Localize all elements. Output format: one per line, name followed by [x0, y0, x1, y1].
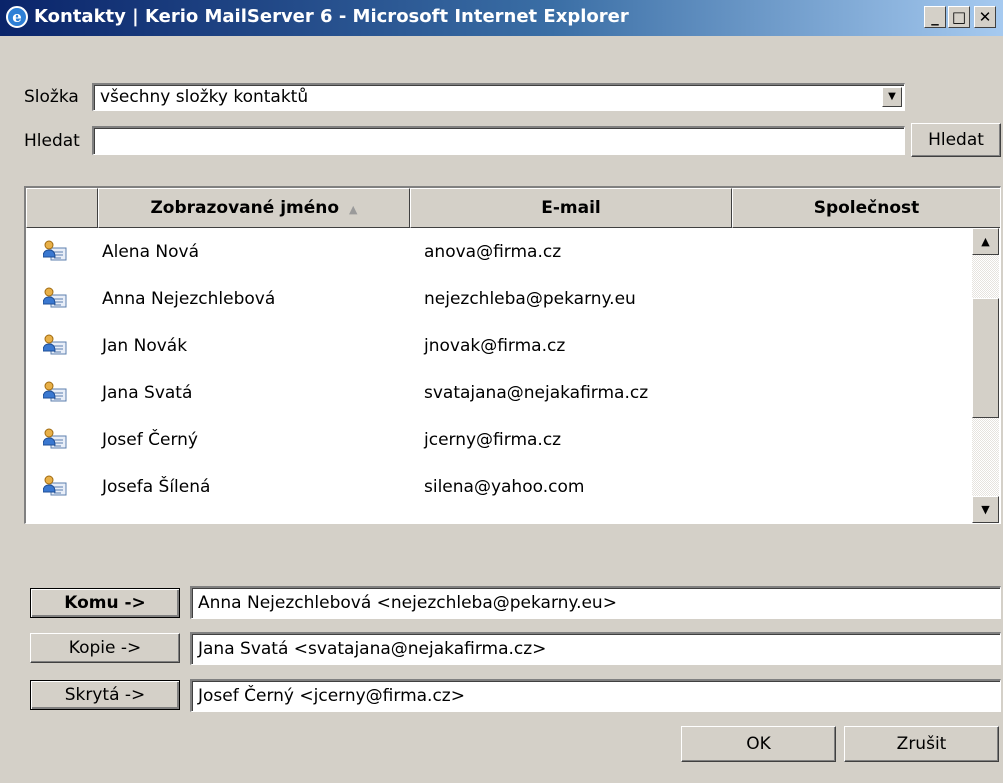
cc-button[interactable]: Kopie ->	[30, 633, 180, 663]
contact-card-icon	[42, 334, 67, 356]
header-company-label: Společnost	[813, 198, 920, 218]
header-email-label: E-mail	[541, 198, 601, 218]
bcc-button[interactable]: Skrytá ->	[30, 680, 180, 710]
ok-button[interactable]: OK	[681, 726, 836, 762]
window-title: Kontakty | Kerio MailServer 6 - Microsof…	[34, 6, 629, 27]
to-field-value: Anna Nejezchlebová <nejezchleba@pekarny.…	[198, 593, 617, 613]
table-row[interactable]: Jana Svatá svatajana@nejakafirma.cz	[26, 369, 974, 416]
scroll-up-button[interactable]: ▲	[972, 228, 999, 255]
contact-name: Anna Nejezchlebová	[102, 289, 276, 309]
table-row[interactable]: Anna Nejezchlebová nejezchleba@pekarny.eu	[26, 275, 974, 322]
bcc-field-value: Josef Černý <jcerny@firma.cz>	[198, 686, 465, 706]
cc-field[interactable]: Jana Svatá <svatajana@nejakafirma.cz>	[190, 632, 1001, 665]
header-display-name-label: Zobrazované jméno	[150, 198, 340, 218]
ie-icon[interactable]: e	[6, 6, 28, 28]
contact-name: Alena Nová	[102, 242, 200, 262]
contact-email: silena@yahoo.com	[424, 477, 585, 497]
maximize-button[interactable]: □	[948, 6, 970, 28]
contact-card-icon	[42, 381, 67, 403]
table-row[interactable]: Josefa Šílená silena@yahoo.com	[26, 463, 974, 510]
table-header: Zobrazované jméno ▲ E-mail Společnost	[26, 188, 1000, 228]
search-input[interactable]	[92, 126, 905, 155]
contact-email: jnovak@firma.cz	[424, 336, 566, 356]
contact-card-icon	[42, 475, 67, 497]
contact-name: Josef Černý	[102, 430, 198, 450]
table-row[interactable]: Jan Novák jnovak@firma.cz	[26, 322, 974, 369]
folder-select[interactable]: všechny složky kontaktů ▼	[92, 83, 905, 111]
contact-card-icon	[42, 287, 67, 309]
contact-name: Jan Novák	[102, 336, 188, 356]
contact-email: svatajana@nejakafirma.cz	[424, 383, 649, 403]
title-bar: e Kontakty | Kerio MailServer 6 - Micros…	[0, 0, 1003, 36]
chevron-down-icon[interactable]: ▼	[882, 87, 902, 107]
contact-card-icon	[42, 240, 67, 262]
minimize-button[interactable]: _	[924, 6, 946, 28]
vertical-scrollbar[interactable]: ▲ ▼	[972, 228, 999, 523]
to-button[interactable]: Komu ->	[30, 588, 180, 618]
header-email[interactable]: E-mail	[410, 188, 732, 228]
search-label: Hledat	[24, 131, 80, 151]
scroll-down-button[interactable]: ▼	[972, 496, 999, 523]
header-company[interactable]: Společnost	[732, 188, 1000, 228]
table-row[interactable]: Alena Nová anova@firma.cz	[26, 228, 974, 275]
contact-name: Josefa Šílená	[102, 477, 211, 497]
close-button[interactable]: ✕	[974, 6, 996, 28]
to-field[interactable]: Anna Nejezchlebová <nejezchleba@pekarny.…	[190, 586, 1001, 619]
folder-label: Složka	[24, 87, 79, 107]
contact-name: Jana Svatá	[102, 383, 193, 403]
scroll-thumb[interactable]	[972, 298, 999, 418]
search-button[interactable]: Hledat	[911, 123, 1001, 157]
sort-ascending-icon: ▲	[349, 203, 358, 216]
header-display-name[interactable]: Zobrazované jméno ▲	[98, 188, 410, 228]
contact-email: anova@firma.cz	[424, 242, 562, 262]
contacts-table: Zobrazované jméno ▲ E-mail Společnost Ale…	[24, 186, 1001, 524]
folder-select-value: všechny složky kontaktů	[100, 87, 309, 107]
cancel-button[interactable]: Zrušit	[844, 726, 999, 762]
contact-email: nejezchleba@pekarny.eu	[424, 289, 636, 309]
contact-card-icon	[42, 428, 67, 450]
header-icon-column[interactable]	[26, 188, 98, 228]
contact-email: jcerny@firma.cz	[424, 430, 562, 450]
bcc-field[interactable]: Josef Černý <jcerny@firma.cz>	[190, 679, 1001, 712]
cc-field-value: Jana Svatá <svatajana@nejakafirma.cz>	[198, 639, 547, 659]
table-row[interactable]: Josef Černý jcerny@firma.cz	[26, 416, 974, 463]
